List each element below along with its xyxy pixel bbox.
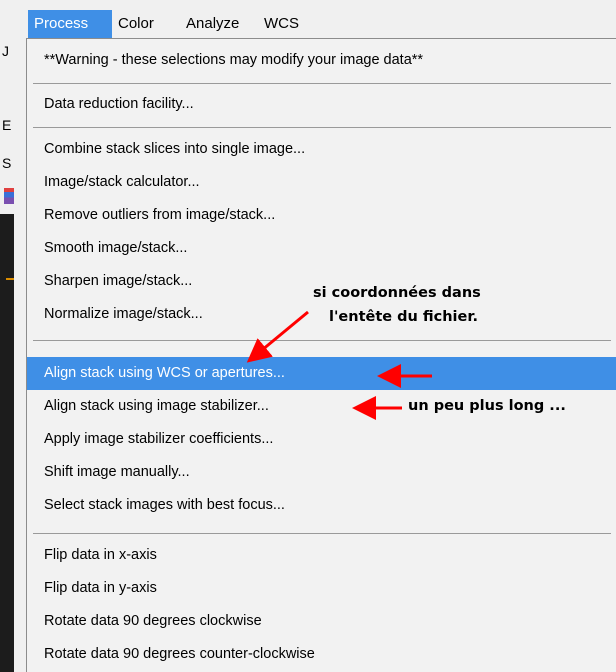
annotation-note-line2: l'entête du fichier. (329, 309, 478, 325)
arrow-to-align-wcs (246, 310, 309, 363)
annotation-note-stabilizer: un peu plus long ... (408, 398, 566, 414)
annotation-arrows (246, 310, 432, 420)
annotation-note-line1: si coordonnées dans (313, 285, 481, 301)
